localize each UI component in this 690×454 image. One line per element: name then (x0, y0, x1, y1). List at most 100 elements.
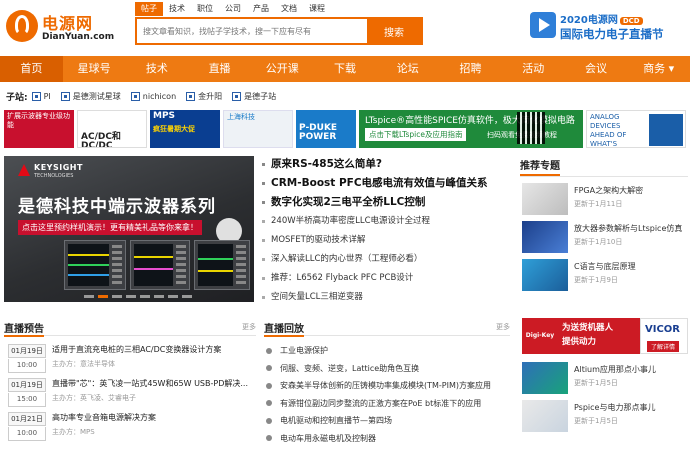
ad6-download-link[interactable]: 点击下载LTspice及应用指南 (365, 128, 467, 141)
carousel-dot[interactable] (140, 295, 150, 298)
recommend-item[interactable]: 放大器参数解析与Ltspice仿真 更新于1月10日 (520, 221, 688, 259)
subsite-keysight[interactable]: 是德子站 (232, 91, 276, 102)
ad-mps[interactable]: MPS 疯狂暑期大促 (150, 110, 220, 148)
ad-ltspice[interactable]: LTspice®高性能SPICE仿真软件，极大简化模拟电路仿真 点击下载LTsp… (359, 110, 583, 148)
bullet-icon (262, 239, 265, 242)
headline-item[interactable]: 240W半桥高功率密度LLC电源设计全过程 (262, 212, 510, 231)
bullet-icon (262, 200, 265, 204)
carousel-dot[interactable] (126, 295, 136, 298)
banner-subtitle: 点击这里预约样机演示！更有精美礼品等你来拿！ (18, 220, 202, 235)
search-tab-courses[interactable]: 课程 (303, 2, 331, 16)
nav-item-home[interactable]: 首页 (0, 56, 63, 82)
nav-item-open-course[interactable]: 公开课 (251, 56, 314, 82)
replay-item[interactable]: 电机驱动和控制直播节—第四场 (264, 412, 510, 430)
replay-item[interactable]: 伺服、变频、逆变，Lattice助角色互换 (264, 360, 510, 378)
logo-cn: 电源网 (42, 14, 94, 33)
carousel-dot[interactable] (84, 295, 94, 298)
search-input[interactable] (139, 21, 365, 41)
recommend-item-date: 更新于1月5日 (574, 379, 618, 387)
ad-strip: 扩展示波器专业级功能 AC/DC和DC/DC MPS 疯狂暑期大促 上海科技 P-… (4, 110, 686, 152)
carousel-dot[interactable] (168, 295, 178, 298)
replay-more-link[interactable]: 更多 (496, 322, 510, 332)
headline-item[interactable]: 深入解读LLC的内心世界（工程师必看） (262, 250, 510, 269)
ad-acdc[interactable]: AC/DC和DC/DC (77, 110, 147, 148)
nav-item-events[interactable]: 活动 (502, 56, 565, 82)
promo-badge: DCD (619, 17, 643, 25)
live-item[interactable]: 01月21日 10:00 高功率专业音箱电源解决方案 主办方：MPS (4, 410, 256, 444)
play-bullet-icon (266, 347, 272, 354)
search-tab-product[interactable]: 产品 (247, 2, 275, 16)
vicor-panel: VICOR 了解详情 (640, 318, 688, 354)
bullet-icon (262, 181, 265, 185)
hero-banner[interactable]: KEYSIGHT TECHNOLOGIES 是德科技中端示波器系列 点击这里预约… (4, 156, 254, 302)
search-tab-jobs[interactable]: 职位 (191, 2, 219, 16)
live-time: 10:00 (8, 427, 46, 441)
subsite-pi[interactable]: PI (31, 91, 51, 101)
subsite-keysight-planet[interactable]: 是德测试星球 (60, 91, 121, 102)
play-bullet-icon (266, 400, 272, 407)
site-logo[interactable]: 电源网 DianYuan.com (6, 8, 130, 48)
live-festival-promo[interactable]: 2020电源网 DCD 国际电力电子直播节 (530, 10, 686, 44)
carousel-dot[interactable] (112, 295, 122, 298)
carousel-dot[interactable] (98, 295, 108, 298)
nav-item-conference[interactable]: 会议 (565, 56, 628, 82)
subsite-mornsun[interactable]: 金升阳 (186, 91, 222, 102)
nav-item-tech[interactable]: 技术 (125, 56, 188, 82)
recommend-item-title: Pspice与电力那点事儿 (574, 403, 656, 412)
carousel-dot[interactable] (182, 295, 192, 298)
replay-item[interactable]: 电动车用永磁电机及控制器 (264, 430, 510, 448)
subsite-nichicon[interactable]: nichicon (130, 91, 176, 101)
headline-big[interactable]: CRM-Boost PFC电感电流有效值与峰值关系 (262, 174, 510, 193)
pspice-thumbnail (522, 400, 568, 432)
nav-item-jobs[interactable]: 招聘 (439, 56, 502, 82)
replay-item[interactable]: 工业电源保护 (264, 342, 510, 360)
headline-big[interactable]: 数字化实现2三电平全桥LLC控制 (262, 193, 510, 212)
carousel-dot[interactable] (154, 295, 164, 298)
search-tab-company[interactable]: 公司 (219, 2, 247, 16)
headline-item[interactable]: MOSFET的驱动技术详解 (262, 231, 510, 250)
replay-item[interactable]: 有源钳位副边同步整流的正激方案在PoE bt标准下的应用 (264, 395, 510, 413)
search-tab-docs[interactable]: 文档 (275, 2, 303, 16)
subsite-icon (60, 91, 70, 101)
nav-item-download[interactable]: 下载 (314, 56, 377, 82)
recommend-item[interactable]: C语言与底层原理 更新于1月9日 (520, 259, 688, 297)
ad1-text: 扩展示波器专业级功能 (7, 112, 70, 129)
headline-big[interactable]: 原来RS-485这么简单? (262, 155, 510, 174)
nav-item-live[interactable]: 直播 (188, 56, 251, 82)
ad-keysight-scope[interactable]: 扩展示波器专业级功能 (4, 110, 74, 148)
keysight-logo-icon (18, 164, 30, 176)
live-more-link[interactable]: 更多 (242, 322, 256, 332)
replay-title: 直播回放 (264, 320, 304, 337)
recommend-item[interactable]: Pspice与电力那点事儿 更新于1月5日 (520, 400, 688, 438)
recommend-item-title: 放大器参数解析与Ltspice仿真 (574, 224, 683, 233)
oscilloscope-image (130, 240, 190, 290)
vicor-learn-more-button[interactable]: 了解详情 (647, 341, 680, 352)
nav-item-business[interactable]: 商务 ▾ (627, 56, 690, 82)
live-item-title: 直播带"芯"：英飞凌一站式45W和65W USB-PD解决... (52, 379, 249, 388)
live-replay: 直播回放 更多 工业电源保护 伺服、变频、逆变，Lattice助角色互换 安森美… (264, 318, 510, 447)
headline-item[interactable]: 推荐：L6562 Flyback PFC PCB设计 (262, 269, 510, 288)
search-tab-tech[interactable]: 技术 (163, 2, 191, 16)
subsite-icon (31, 91, 41, 101)
digikey-text: 为送货机器人 提供动力 (558, 318, 640, 354)
live-item[interactable]: 01月19日 15:00 直播带"芯"：英飞凌一站式45W和65W USB-PD… (4, 376, 256, 410)
ad-digikey-vicor[interactable]: Digi-Key 为送货机器人 提供动力 VICOR 了解详情 (520, 318, 688, 356)
headline-item[interactable]: 空间矢量LCL三相逆变器 (262, 288, 510, 307)
search-button[interactable]: 搜索 (367, 19, 421, 43)
search-tab-posts[interactable]: 帖子 (135, 2, 163, 16)
play-icon (530, 12, 556, 38)
nav-item-planet[interactable]: 星球号 (63, 56, 126, 82)
ad-analog-devices[interactable]: ANALOG DEVICES AHEAD OF WHAT'S POSSIBLE (586, 110, 686, 148)
promo-line1: 2020电源网 DCD (560, 11, 643, 26)
live-item-title: 高功率专业音箱电源解决方案 (52, 413, 156, 422)
live-item[interactable]: 01月19日 10:00 适用于直流充电桩的三相AC/DC变换器设计方案 主办方… (4, 342, 256, 376)
replay-item[interactable]: 安森美半导体创新的压铸模功率集成模块(TM-PIM)方案应用 (264, 377, 510, 395)
live-item-title: 适用于直流充电桩的三相AC/DC变换器设计方案 (52, 345, 222, 354)
ad-shanghai[interactable]: 上海科技 (223, 110, 293, 148)
ad-pduke[interactable]: P-DUKE POWER (296, 110, 356, 148)
recommend-item[interactable]: FPGA之架构大解密 更新于1月11日 (520, 183, 688, 221)
nav-item-forum[interactable]: 论坛 (376, 56, 439, 82)
logo-en: DianYuan.com (42, 32, 115, 42)
recommend-item[interactable]: Altium应用那点小事儿 更新于1月5日 (520, 362, 688, 400)
recommend-item-title: Altium应用那点小事儿 (574, 365, 656, 374)
